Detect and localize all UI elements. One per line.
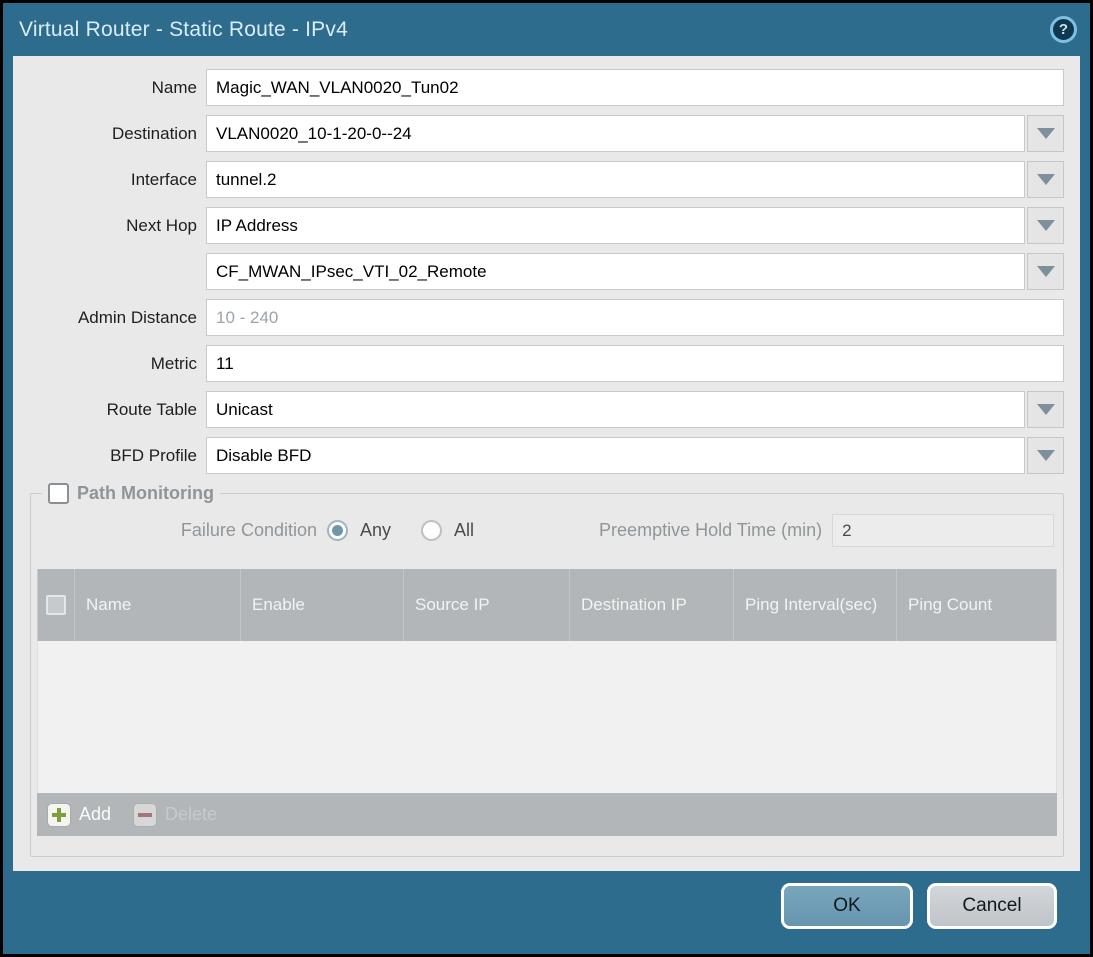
route-table-label: Route Table [13,400,206,420]
name-input[interactable] [206,69,1064,106]
preemptive-hold-time-group: Preemptive Hold Time (min) [599,514,1054,547]
delete-button[interactable]: Delete [133,803,217,827]
static-route-dialog: Virtual Router - Static Route - IPv4 ? N… [3,3,1090,954]
chevron-down-icon [1037,220,1055,231]
column-header-enable[interactable]: Enable [241,569,404,641]
metric-label: Metric [13,354,206,374]
admin-distance-label: Admin Distance [13,308,206,328]
form-row-next-hop-address [13,253,1080,290]
next-hop-label: Next Hop [13,216,206,236]
next-hop-address-dropdown-button[interactable] [1027,253,1064,290]
radio-any-icon [327,520,348,541]
form-row-interface: Interface [13,161,1080,198]
column-header-destination-ip[interactable]: Destination IP [570,569,734,641]
radio-any-label: Any [360,520,391,541]
add-button[interactable]: Add [47,803,111,827]
form-row-destination: Destination [13,115,1080,152]
destination-label: Destination [13,124,206,144]
column-header-name[interactable]: Name [75,569,241,641]
chevron-down-icon [1037,174,1055,185]
preemptive-hold-time-input[interactable] [832,514,1054,547]
route-table-input[interactable] [206,391,1025,428]
bfd-profile-dropdown-button[interactable] [1027,437,1064,474]
plus-icon [47,803,71,827]
metric-input[interactable] [206,345,1064,382]
form-row-route-table: Route Table [13,391,1080,428]
path-monitoring-title: Path Monitoring [77,483,214,504]
chevron-down-icon [1037,404,1055,415]
next-hop-address-input[interactable] [206,253,1025,290]
route-table-dropdown-button[interactable] [1027,391,1064,428]
cancel-button[interactable]: Cancel [927,883,1057,929]
failure-condition-all-option[interactable]: All [421,520,474,541]
name-label: Name [13,78,206,98]
failure-condition-label: Failure Condition [37,520,327,541]
table-header-checkbox-cell [38,569,75,641]
help-icon[interactable]: ? [1050,16,1077,43]
column-header-ping-count[interactable]: Ping Count [897,569,1056,641]
next-hop-type-input[interactable] [206,207,1025,244]
delete-button-label: Delete [165,804,217,825]
form-row-metric: Metric [13,345,1080,382]
table-toolbar: Add Delete [37,793,1057,836]
form-row-admin-distance: Admin Distance [13,299,1080,336]
interface-dropdown-button[interactable] [1027,161,1064,198]
select-all-checkbox[interactable] [46,595,66,615]
form-row-next-hop: Next Hop [13,207,1080,244]
form-row-name: Name [13,69,1080,106]
column-header-ping-interval[interactable]: Ping Interval(sec) [734,569,897,641]
destination-input[interactable] [206,115,1025,152]
form-row-bfd-profile: BFD Profile [13,437,1080,474]
bfd-profile-label: BFD Profile [13,446,206,466]
chevron-down-icon [1037,128,1055,139]
dialog-title: Virtual Router - Static Route - IPv4 [19,18,348,42]
destination-dropdown-button[interactable] [1027,115,1064,152]
table-body-empty [37,641,1057,793]
radio-all-icon [421,520,442,541]
interface-input[interactable] [206,161,1025,198]
radio-all-label: All [454,520,474,541]
column-header-source-ip[interactable]: Source IP [404,569,570,641]
add-button-label: Add [79,804,111,825]
admin-distance-input[interactable] [206,299,1064,336]
failure-condition-row: Failure Condition Any All Preemptive Hol… [37,512,1057,549]
minus-icon [133,803,157,827]
failure-condition-any-option[interactable]: Any [327,520,391,541]
path-monitoring-table: Name Enable Source IP Destination IP Pin… [37,569,1057,836]
dialog-titlebar: Virtual Router - Static Route - IPv4 ? [3,3,1090,56]
chevron-down-icon [1037,450,1055,461]
dialog-content: Name Destination Interface [13,56,1080,871]
path-monitoring-legend: Path Monitoring [42,483,220,504]
path-monitoring-checkbox[interactable] [48,483,69,504]
ok-button[interactable]: OK [781,883,913,929]
interface-label: Interface [13,170,206,190]
table-header-row: Name Enable Source IP Destination IP Pin… [37,569,1057,641]
path-monitoring-section: Path Monitoring Failure Condition Any Al… [30,483,1064,857]
preemptive-hold-time-label: Preemptive Hold Time (min) [599,520,832,541]
dialog-footer: OK Cancel [3,868,1090,954]
chevron-down-icon [1037,266,1055,277]
bfd-profile-input[interactable] [206,437,1025,474]
next-hop-type-dropdown-button[interactable] [1027,207,1064,244]
